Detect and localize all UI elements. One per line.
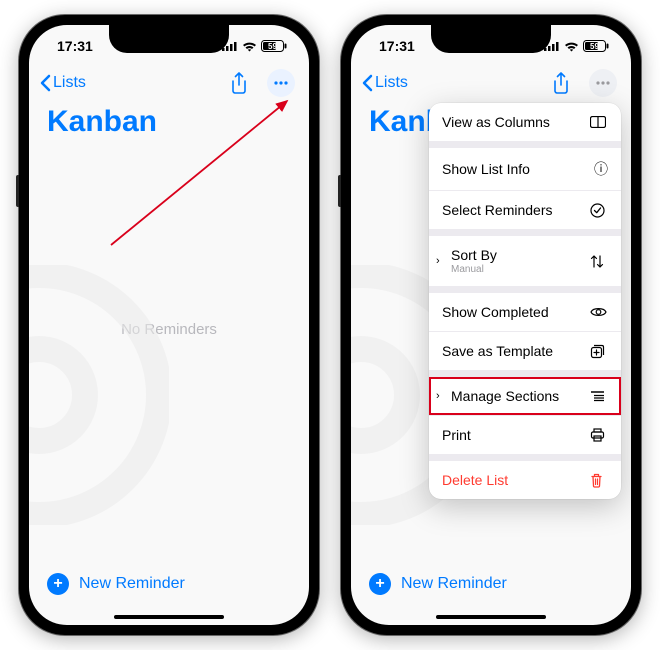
- menu-label: Save as Template: [442, 343, 553, 359]
- back-label: Lists: [53, 74, 86, 92]
- share-button[interactable]: [225, 69, 253, 97]
- columns-icon: [590, 116, 608, 128]
- info-icon: ⓘ: [590, 159, 608, 179]
- menu-show-list-info[interactable]: Show List Info ⓘ: [429, 148, 621, 190]
- home-indicator: [436, 615, 546, 619]
- new-reminder-label: New Reminder: [401, 575, 507, 593]
- battery-icon: 59: [583, 40, 609, 52]
- menu-label: Print: [442, 427, 471, 443]
- wifi-icon: [242, 41, 257, 52]
- trash-icon: [590, 473, 608, 488]
- status-time: 17:31: [379, 38, 415, 54]
- plus-icon: +: [47, 573, 69, 595]
- empty-state-text: No Reminders: [121, 321, 217, 338]
- context-menu: View as Columns Show List Info ⓘ Select …: [429, 103, 621, 499]
- chevron-left-icon: [39, 74, 51, 92]
- menu-label: Select Reminders: [442, 202, 553, 218]
- notch: [109, 25, 229, 53]
- menu-label: Sort By: [451, 247, 497, 263]
- nav-bar: Lists: [29, 67, 309, 101]
- back-label: Lists: [375, 74, 408, 92]
- menu-label: Manage Sections: [451, 388, 559, 404]
- menu-show-completed[interactable]: Show Completed: [429, 293, 621, 331]
- more-button[interactable]: [267, 69, 295, 97]
- menu-label: Show Completed: [442, 304, 549, 320]
- plus-icon: +: [369, 573, 391, 595]
- ellipsis-icon: [272, 74, 290, 92]
- notch: [431, 25, 551, 53]
- template-icon: [590, 344, 608, 359]
- check-circle-icon: [590, 203, 608, 218]
- new-reminder-label: New Reminder: [79, 575, 185, 593]
- more-button[interactable]: [589, 69, 617, 97]
- share-icon: [230, 72, 248, 94]
- nav-bar: Lists: [351, 67, 631, 101]
- menu-label: View as Columns: [442, 114, 550, 130]
- menu-sublabel: Manual: [451, 264, 497, 275]
- menu-print[interactable]: Print: [429, 416, 621, 454]
- back-button[interactable]: Lists: [39, 74, 86, 92]
- rings-decoration: [29, 265, 169, 525]
- page-title: Kanban: [29, 101, 309, 149]
- chevron-right-icon: ›: [436, 390, 440, 402]
- share-button[interactable]: [547, 69, 575, 97]
- menu-delete-list[interactable]: Delete List: [429, 461, 621, 499]
- menu-label: Delete List: [442, 472, 508, 488]
- ellipsis-icon: [594, 74, 612, 92]
- home-indicator: [114, 615, 224, 619]
- menu-sort-by[interactable]: › Sort By Manual: [429, 236, 621, 286]
- status-time: 17:31: [57, 38, 93, 54]
- eye-icon: [590, 306, 608, 318]
- menu-save-as-template[interactable]: Save as Template: [429, 332, 621, 370]
- chevron-right-icon: ›: [436, 255, 440, 267]
- menu-manage-sections[interactable]: › Manage Sections: [429, 377, 621, 415]
- menu-select-reminders[interactable]: Select Reminders: [429, 191, 621, 229]
- chevron-left-icon: [361, 74, 373, 92]
- sort-arrows-icon: [590, 254, 608, 269]
- printer-icon: [590, 428, 608, 442]
- iphone-mockup-right: 17:31 59 Lists Kanban: [341, 15, 641, 635]
- content-area: No Reminders: [29, 143, 309, 545]
- share-icon: [552, 72, 570, 94]
- menu-view-as-columns[interactable]: View as Columns: [429, 103, 621, 141]
- sections-icon: [590, 390, 608, 403]
- back-button[interactable]: Lists: [361, 74, 408, 92]
- battery-icon: 59: [261, 40, 287, 52]
- svg-text:59: 59: [268, 42, 277, 51]
- wifi-icon: [564, 41, 579, 52]
- menu-label: Show List Info: [442, 161, 530, 177]
- iphone-mockup-left: 17:31 59 Lists Kanban No: [19, 15, 319, 635]
- svg-text:59: 59: [590, 42, 599, 51]
